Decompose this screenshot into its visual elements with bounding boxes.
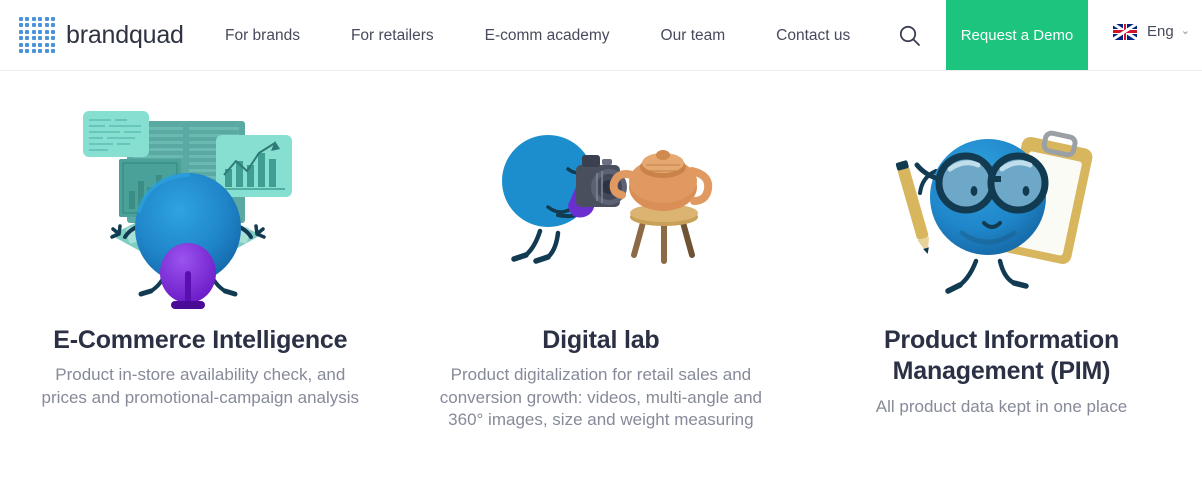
nav-item-contact-us[interactable]: Contact us [776, 27, 850, 45]
uk-flag-icon [1113, 23, 1137, 40]
nav-item-our-team[interactable]: Our team [661, 27, 726, 45]
request-demo-button[interactable]: Request a Demo [946, 0, 1088, 70]
nav-item-e-comm-academy[interactable]: E-comm academy [485, 27, 610, 45]
card-title: E-Commerce Intelligence [53, 326, 348, 354]
logo[interactable]: brandquad [18, 13, 184, 57]
digital-lab-illustration [476, 99, 726, 319]
dot-grid-logo-icon [18, 16, 56, 54]
card-description: All product data kept in one place [875, 396, 1128, 416]
card-product-information-management[interactable]: Product Information Management (PIM) All… [801, 71, 1202, 500]
site-header: brandquad For brands For retailers E-com… [0, 0, 1202, 71]
language-selector[interactable]: Eng ⌄ [1113, 23, 1190, 40]
main-navigation: For brands For retailers E-comm academy … [225, 0, 850, 71]
card-ecommerce-intelligence[interactable]: E-Commerce Intelligence Product in-store… [0, 71, 401, 500]
card-description: Product digitalization for retail sales … [439, 365, 762, 430]
ecommerce-intelligence-illustration [75, 99, 325, 319]
nav-item-for-brands[interactable]: For brands [225, 27, 300, 45]
nav-item-for-retailers[interactable]: For retailers [351, 27, 434, 45]
card-title: Digital lab [542, 326, 660, 354]
feature-cards: E-Commerce Intelligence Product in-store… [0, 71, 1202, 500]
language-label: Eng [1147, 23, 1174, 40]
card-description: Product in-store availability check, and… [41, 365, 360, 407]
product-information-management-illustration [876, 99, 1126, 319]
card-digital-lab[interactable]: Digital lab Product digitalization for r… [401, 71, 802, 500]
card-title: Product Information Management (PIM) [883, 326, 1120, 386]
logo-text: brandquad [66, 20, 184, 49]
chevron-down-icon: ⌄ [1180, 25, 1190, 37]
search-icon[interactable] [897, 23, 923, 49]
